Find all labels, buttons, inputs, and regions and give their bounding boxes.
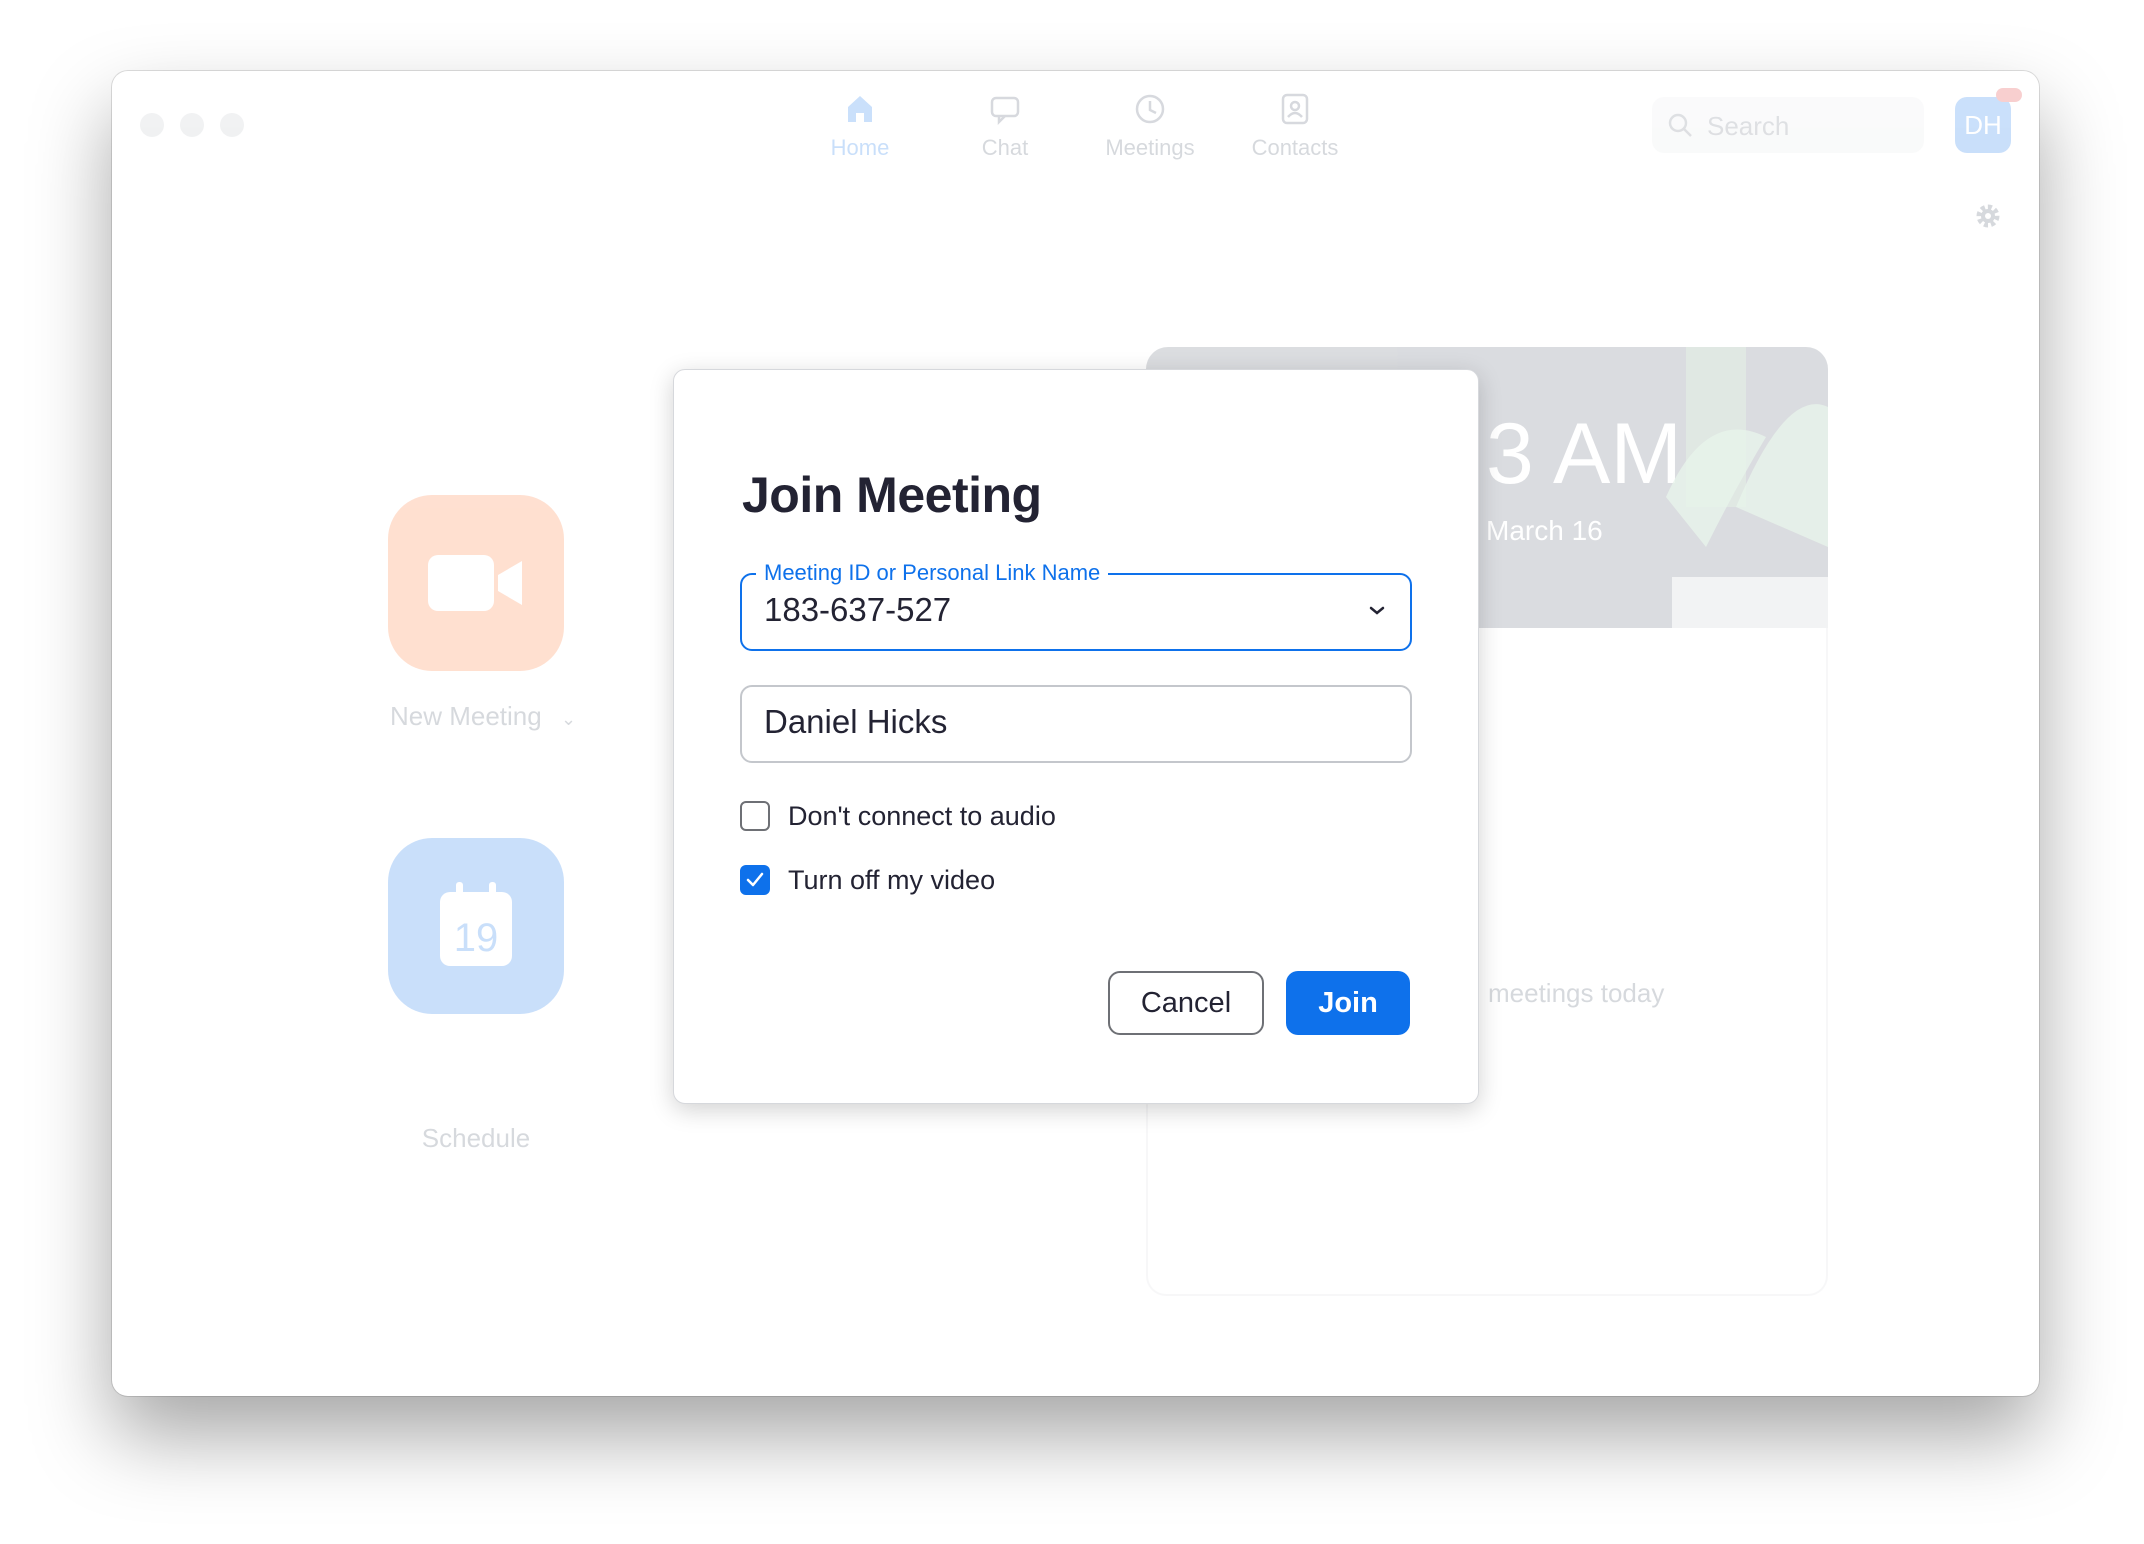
meeting-id-input[interactable]: 183-637-527 bbox=[764, 591, 951, 629]
plant-illustration bbox=[1666, 347, 1828, 628]
tab-chat[interactable]: Chat bbox=[945, 91, 1065, 161]
tab-home-label: Home bbox=[830, 135, 890, 160]
video-camera-icon bbox=[428, 555, 522, 611]
home-icon bbox=[848, 96, 872, 122]
search-input[interactable]: Search bbox=[1652, 97, 1924, 153]
dont-connect-audio-checkbox[interactable] bbox=[740, 801, 770, 831]
tab-contacts[interactable]: Contacts bbox=[1235, 91, 1355, 161]
avatar-status-badge bbox=[1996, 88, 2022, 102]
avatar[interactable]: DH bbox=[1955, 97, 2011, 153]
tab-meetings-label: Meetings bbox=[1105, 135, 1195, 160]
chevron-down-icon: ⌄ bbox=[560, 709, 577, 729]
turn-off-video-checkbox[interactable] bbox=[740, 865, 770, 895]
schedule-label: Schedule bbox=[421, 1123, 531, 1153]
display-name-input[interactable]: Daniel Hicks bbox=[740, 685, 1412, 763]
turn-off-video-label[interactable]: Turn off my video bbox=[788, 865, 995, 896]
dont-connect-audio-label[interactable]: Don't connect to audio bbox=[788, 801, 1056, 832]
gear-icon[interactable] bbox=[1974, 202, 2002, 230]
clock-date: March 16 bbox=[1486, 515, 1603, 546]
join-meeting-dialog: Join Meeting Meeting ID or Personal Link… bbox=[673, 369, 1479, 1104]
tab-home[interactable]: Home bbox=[800, 91, 920, 161]
close-window-button[interactable] bbox=[140, 113, 164, 137]
zoom-window-button[interactable] bbox=[220, 113, 244, 137]
search-placeholder: Search bbox=[1707, 111, 1790, 141]
no-meetings-text: meetings today bbox=[1488, 978, 1665, 1008]
chevron-down-icon[interactable] bbox=[1368, 605, 1386, 617]
join-button[interactable]: Join bbox=[1286, 971, 1410, 1035]
meeting-id-combobox[interactable]: Meeting ID or Personal Link Name 183-637… bbox=[740, 560, 1412, 651]
cancel-button[interactable]: Cancel bbox=[1108, 971, 1264, 1035]
minimize-window-button[interactable] bbox=[180, 113, 204, 137]
chat-icon bbox=[990, 96, 1020, 126]
checkmark-icon bbox=[746, 872, 764, 887]
new-meeting-text: New Meeting bbox=[389, 701, 542, 731]
search-icon bbox=[1668, 113, 1692, 137]
calendar-day: 19 bbox=[453, 916, 499, 960]
tab-meetings[interactable]: Meetings bbox=[1090, 91, 1210, 161]
contacts-icon bbox=[1281, 93, 1309, 125]
new-meeting-label[interactable]: New Meeting ⌄ bbox=[388, 701, 578, 732]
meeting-id-label: Meeting ID or Personal Link Name bbox=[756, 560, 1109, 586]
tab-chat-label: Chat bbox=[981, 135, 1029, 160]
dialog-title: Join Meeting bbox=[742, 467, 1042, 523]
clock-icon bbox=[1135, 94, 1165, 124]
display-name-value: Daniel Hicks bbox=[764, 703, 948, 740]
tab-contacts-label: Contacts bbox=[1251, 135, 1339, 160]
schedule-button[interactable]: 19 bbox=[388, 838, 564, 1014]
new-meeting-button[interactable] bbox=[388, 495, 564, 671]
